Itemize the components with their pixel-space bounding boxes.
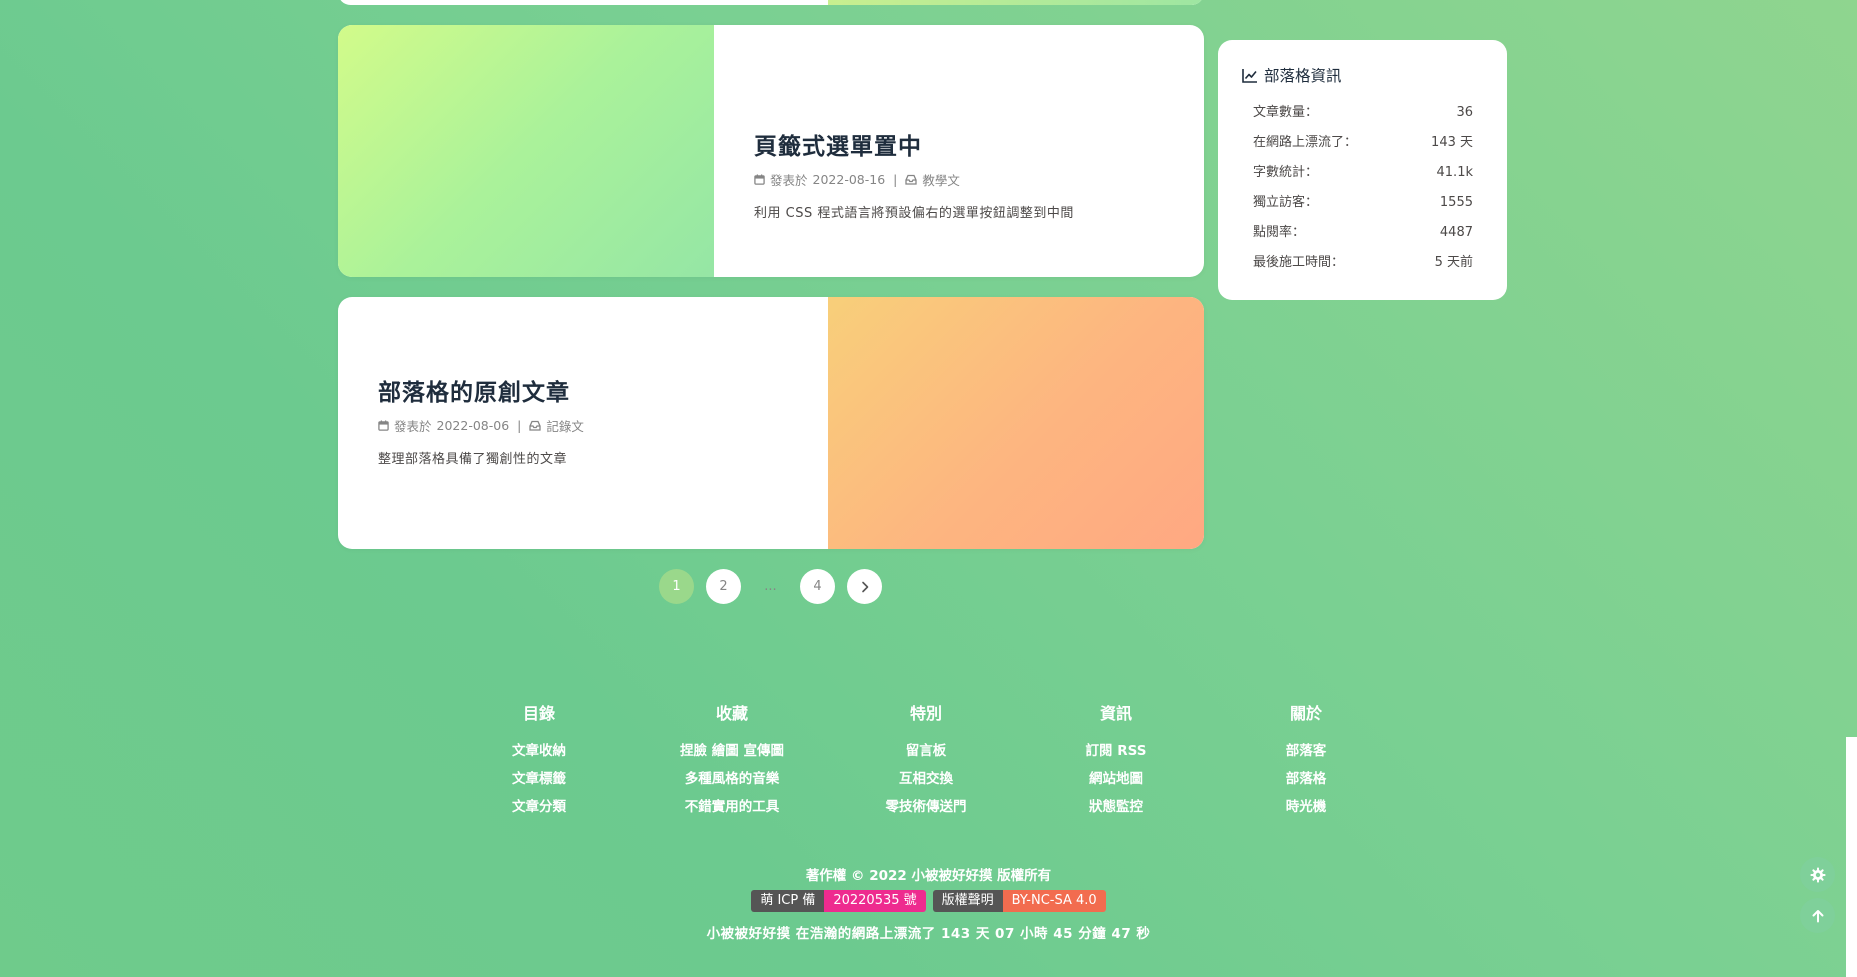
icp-badge[interactable]: 萌 ICP 備 20220535 號 — [751, 890, 926, 912]
footer-link[interactable]: 文章分類 — [459, 793, 619, 821]
next-page-button[interactable] — [847, 569, 882, 604]
meta-separator: | — [517, 418, 522, 433]
blog-info-header: 部落格資訊 — [1242, 64, 1473, 86]
post-meta: 發表於 2022-08-16 | 教學文 — [754, 170, 960, 189]
post-date: 2022-08-06 — [436, 418, 510, 433]
stat-value: 41.1k — [1436, 165, 1473, 180]
stat-value: 5 天前 — [1434, 255, 1473, 270]
footer-link[interactable]: 部落格 — [1226, 765, 1386, 793]
post-description: 整理部落格具備了獨創性的文章 — [378, 452, 568, 467]
runtime-text: 小被被好好摸 在浩瀚的網路上漂流了 143 天 07 小時 45 分鐘 47 秒 — [706, 926, 1151, 942]
badge-value: 20220535 號 — [824, 890, 926, 912]
footer-link[interactable]: 狀態監控 — [1036, 793, 1196, 821]
post-title[interactable]: 頁籤式選單置中 — [754, 127, 922, 161]
footer-column-about: 關於 部落客 部落格 時光機 — [1226, 700, 1386, 821]
stat-value: 143 天 — [1431, 135, 1473, 150]
stat-value: 1555 — [1439, 195, 1473, 210]
post-title[interactable]: 部落格的原創文章 — [378, 373, 570, 407]
stat-label: 最後施工時間： — [1253, 255, 1345, 270]
post-info: 部落格的原創文章 發表於 2022-08-06 | 記錄文 整理部落格具備了獨創… — [338, 297, 828, 549]
footer-column-title: 目錄 — [522, 704, 555, 723]
footer-link[interactable]: 文章收納 — [459, 737, 619, 765]
previous-post-card[interactable] — [338, 0, 1204, 5]
footer-column-info: 資訊 訂閱 RSS 網站地圖 狀態監控 — [1036, 700, 1196, 821]
post-meta-prefix: 發表於 — [394, 419, 432, 434]
post-info: 頁籤式選單置中 發表於 2022-08-16 | 教學文 利用 CSS 程式語言… — [714, 25, 1204, 277]
post-cover[interactable] — [828, 0, 1204, 5]
footer-column-collection: 收藏 捏臉 繪圖 宣傳圖 多種風格的音樂 不錯實用的工具 — [652, 700, 812, 821]
stat-row: 在網路上漂流了： 143 天 — [1242, 128, 1473, 158]
pagination: 1 2 ... 4 — [659, 569, 894, 604]
stat-label: 獨立訪客： — [1253, 195, 1319, 210]
stat-label: 字數統計： — [1253, 165, 1319, 180]
footer-link[interactable]: 互相交換 — [846, 765, 1006, 793]
post-cover[interactable] — [828, 297, 1204, 549]
stat-label: 文章數量： — [1253, 105, 1319, 120]
license-badge[interactable]: 版權聲明 BY-NC-SA 4.0 — [932, 890, 1106, 912]
post-description: 利用 CSS 程式語言將預設偏右的選單按鈕調整到中間 — [754, 206, 1074, 221]
inbox-icon — [905, 174, 918, 185]
stat-label: 在網路上漂流了： — [1253, 135, 1358, 150]
calendar-icon — [378, 420, 389, 431]
footer-badges: 萌 ICP 備 20220535 號 版權聲明 BY-NC-SA 4.0 — [0, 890, 1857, 912]
footer-link[interactable]: 網站地圖 — [1036, 765, 1196, 793]
footer-column-catalog: 目錄 文章收納 文章標籤 文章分類 — [459, 700, 619, 821]
line-chart-icon — [1242, 68, 1257, 83]
meta-separator: | — [893, 172, 898, 187]
stat-row: 獨立訪客： 1555 — [1242, 188, 1473, 218]
copyright-text: 著作權 © 2022 小被被好好摸 版權所有 — [805, 868, 1052, 884]
post-date: 2022-08-16 — [812, 172, 886, 187]
footer-link[interactable]: 文章標籤 — [459, 765, 619, 793]
page-1-button[interactable]: 1 — [659, 569, 694, 604]
footer-link[interactable]: 訂閱 RSS — [1036, 737, 1196, 765]
footer-link[interactable]: 時光機 — [1226, 793, 1386, 821]
post-meta-prefix: 發表於 — [770, 173, 808, 188]
stat-value: 36 — [1456, 105, 1473, 120]
gear-icon — [1810, 867, 1825, 882]
footer-column-title: 關於 — [1289, 704, 1322, 723]
scrollbar[interactable] — [1846, 737, 1857, 977]
badge-label: 萌 ICP 備 — [751, 890, 825, 912]
footer-column-title: 資訊 — [1099, 704, 1132, 723]
settings-button[interactable] — [1800, 857, 1835, 892]
footer-link[interactable]: 部落客 — [1226, 737, 1386, 765]
footer-link[interactable]: 多種風格的音樂 — [652, 765, 812, 793]
footer-column-title: 收藏 — [715, 704, 748, 723]
back-to-top-button[interactable] — [1800, 898, 1835, 933]
stat-row: 最後施工時間： 5 天前 — [1242, 248, 1473, 278]
badge-value: BY-NC-SA 4.0 — [1002, 890, 1106, 912]
post-card: 部落格的原創文章 發表於 2022-08-06 | 記錄文 整理部落格具備了獨創… — [338, 297, 1204, 549]
blog-info-card: 部落格資訊 文章數量： 36 在網路上漂流了： 143 天 字數統計： 41.1… — [1218, 40, 1507, 300]
chevron-right-icon — [861, 581, 868, 592]
page-4-button[interactable]: 4 — [800, 569, 835, 604]
footer-column-special: 特別 留言板 互相交換 零技術傳送門 — [846, 700, 1006, 821]
post-category[interactable]: 教學文 — [922, 170, 960, 189]
stat-value: 4487 — [1439, 225, 1473, 240]
post-cover[interactable] — [338, 25, 714, 277]
calendar-icon — [754, 174, 765, 185]
stat-row: 文章數量： 36 — [1242, 98, 1473, 128]
footer-link[interactable]: 留言板 — [846, 737, 1006, 765]
page-2-button[interactable]: 2 — [706, 569, 741, 604]
stat-label: 點閱率： — [1253, 225, 1306, 240]
stat-row: 字數統計： 41.1k — [1242, 158, 1473, 188]
post-card: 頁籤式選單置中 發表於 2022-08-16 | 教學文 利用 CSS 程式語言… — [338, 25, 1204, 277]
arrow-up-icon — [1812, 909, 1823, 922]
badge-label: 版權聲明 — [932, 890, 1003, 912]
stat-row: 點閱率： 4487 — [1242, 218, 1473, 248]
post-meta: 發表於 2022-08-06 | 記錄文 — [378, 416, 584, 435]
footer-link[interactable]: 零技術傳送門 — [846, 793, 1006, 821]
page-ellipsis: ... — [764, 579, 777, 594]
footer-link[interactable]: 捏臉 繪圖 宣傳圖 — [652, 737, 812, 765]
blog-info-title: 部落格資訊 — [1264, 67, 1342, 85]
footer-link[interactable]: 不錯實用的工具 — [652, 793, 812, 821]
footer-column-title: 特別 — [909, 704, 942, 723]
post-category[interactable]: 記錄文 — [546, 416, 584, 435]
inbox-icon — [529, 420, 542, 431]
